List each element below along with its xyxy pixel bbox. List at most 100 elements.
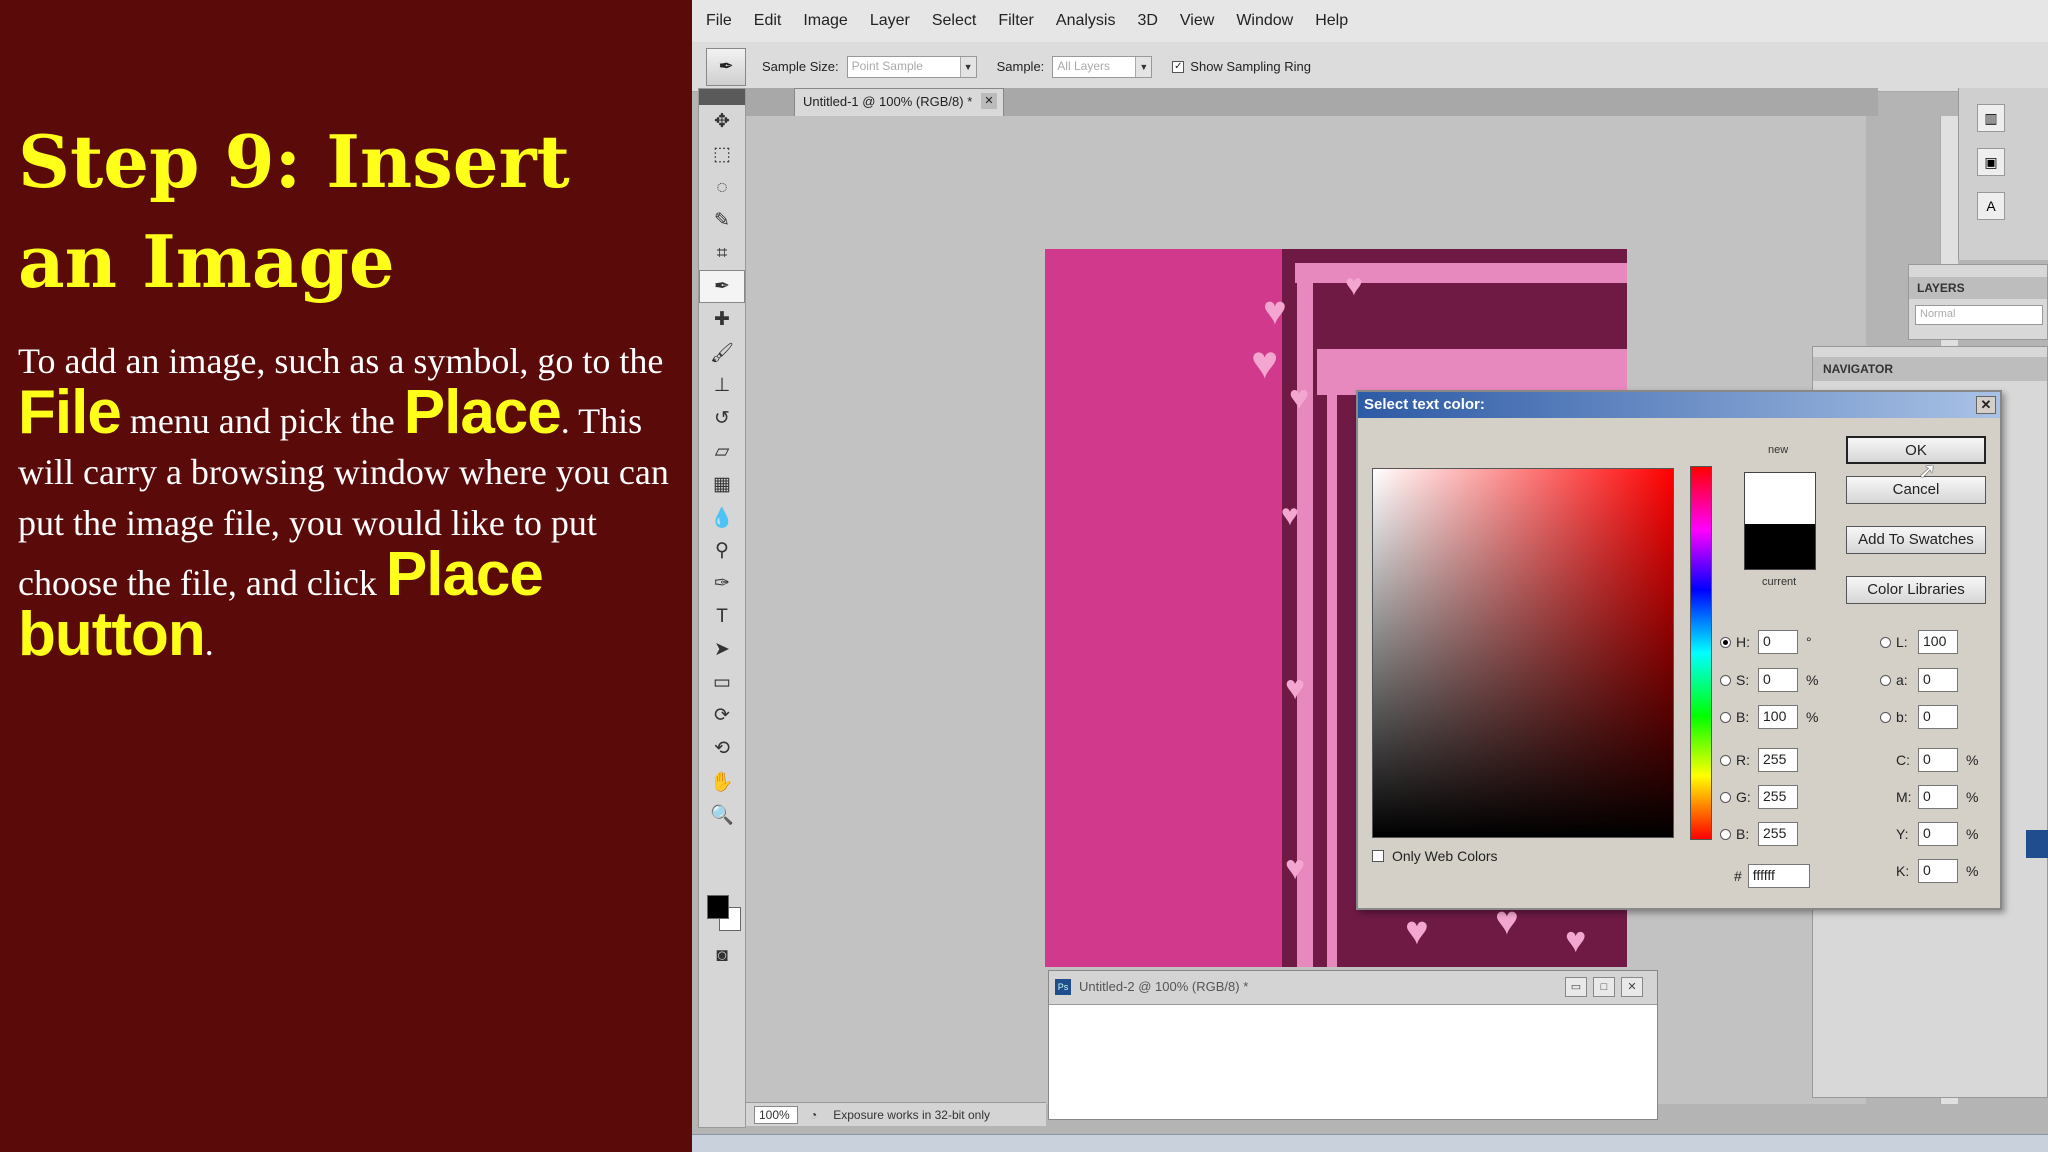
saturation-radio[interactable]: [1720, 674, 1731, 686]
crop-tool-icon[interactable]: ⌗: [699, 237, 745, 270]
b-channel-input[interactable]: 0: [1918, 705, 1958, 729]
type-panel-icon[interactable]: A: [1977, 192, 2005, 220]
tools-panel: ✥ ⬚ ◌ ✎ ⌗ ✒ ✚ 🖌 ⊥ ↺ ▱ ▦ 💧 ⚲ ✑ T ➤ ▭ ⟳ ⟲ …: [698, 88, 746, 1128]
menu-analysis[interactable]: Analysis: [1056, 12, 1116, 30]
lasso-tool-icon[interactable]: ◌: [699, 171, 745, 204]
navigator-icon[interactable]: ▣: [1977, 148, 2005, 176]
gradient-tool-icon[interactable]: ▦: [699, 468, 745, 501]
move-tool-icon[interactable]: ✥: [699, 105, 745, 138]
add-to-swatches-button[interactable]: Add To Swatches: [1846, 526, 1986, 554]
healing-brush-icon[interactable]: ✚: [699, 303, 745, 336]
status-bar: 100% ◔ Exposure works in 32-bit only: [746, 1102, 1046, 1126]
sample-select[interactable]: All Layers ▼: [1052, 55, 1153, 78]
brush-tool-icon[interactable]: 🖌: [699, 336, 745, 369]
hue-slider[interactable]: [1690, 466, 1712, 840]
menu-3d[interactable]: 3D: [1137, 12, 1157, 30]
select-text-color-dialog: Select text color: ✕ new current OK Canc…: [1356, 390, 2002, 910]
menu-help[interactable]: Help: [1315, 12, 1348, 30]
b-channel-radio[interactable]: [1880, 711, 1891, 723]
hue-radio[interactable]: [1720, 636, 1731, 648]
green-label: G:: [1736, 789, 1751, 805]
yellow-input[interactable]: 0: [1918, 822, 1958, 846]
hex-input[interactable]: ffffff: [1747, 864, 1810, 888]
green-input[interactable]: 255: [1758, 785, 1798, 809]
menu-select[interactable]: Select: [932, 12, 976, 30]
zoom-level-field[interactable]: 100%: [754, 1105, 798, 1124]
document-tab[interactable]: Untitled-1 @ 100% (RGB/8) * ✕: [794, 88, 1004, 116]
menu-file[interactable]: File: [706, 12, 732, 30]
dialog-titlebar[interactable]: Select text color: ✕: [1358, 392, 2000, 418]
hand-tool-icon[interactable]: ✋: [699, 765, 745, 798]
blue-radio[interactable]: [1720, 828, 1731, 840]
red-input[interactable]: 255: [1758, 748, 1798, 772]
menu-layer[interactable]: Layer: [870, 12, 910, 30]
3d-rotate-icon[interactable]: ⟳: [699, 699, 745, 732]
close-icon[interactable]: ✕: [1621, 977, 1643, 997]
shape-tool-icon[interactable]: ▭: [699, 666, 745, 699]
saturation-brightness-field[interactable]: [1372, 468, 1674, 838]
dodge-tool-icon[interactable]: ⚲: [699, 534, 745, 567]
lightness-radio[interactable]: [1880, 636, 1891, 648]
eyedropper-tool-icon[interactable]: ✒: [699, 270, 745, 303]
menu-filter[interactable]: Filter: [998, 12, 1034, 30]
a-channel-input[interactable]: 0: [1918, 668, 1958, 692]
color-libraries-button[interactable]: Color Libraries: [1846, 576, 1986, 604]
sample-size-select[interactable]: Point Sample ▼: [846, 55, 977, 78]
saturation-input[interactable]: 0: [1758, 668, 1798, 692]
menu-image[interactable]: Image: [803, 12, 847, 30]
only-web-colors-checkbox[interactable]: [1372, 850, 1384, 862]
3d-orbit-icon[interactable]: ⟲: [699, 732, 745, 765]
red-radio[interactable]: [1720, 754, 1731, 766]
minimize-icon[interactable]: ▭: [1565, 977, 1587, 997]
current-color-swatch[interactable]: [1744, 524, 1816, 570]
ok-button[interactable]: OK: [1846, 436, 1986, 464]
a-channel-row: a: 0: [1880, 668, 1958, 692]
blend-mode-select[interactable]: Normal: [1915, 305, 2043, 325]
black-row: K: 0 %: [1896, 859, 1980, 883]
menu-edit[interactable]: Edit: [754, 12, 782, 30]
status-info-icon[interactable]: ◔: [810, 1108, 817, 1122]
heart-decoration-icon: ♥: [1405, 909, 1429, 953]
saturation-row: S: 0 %: [1720, 668, 1820, 692]
second-document-titlebar[interactable]: Ps Untitled-2 @ 100% (RGB/8) * ▭ □ ✕: [1049, 971, 1657, 1005]
cyan-input[interactable]: 0: [1918, 748, 1958, 772]
brightness-radio[interactable]: [1720, 711, 1731, 723]
lightness-input[interactable]: 100: [1918, 630, 1958, 654]
black-input[interactable]: 0: [1918, 859, 1958, 883]
sampling-ring-checkbox[interactable]: ✓: [1172, 60, 1185, 73]
brightness-input[interactable]: 100: [1758, 705, 1798, 729]
layers-panel-title[interactable]: LAYERS: [1909, 277, 2047, 299]
histogram-icon[interactable]: ▥: [1977, 104, 2005, 132]
green-radio[interactable]: [1720, 791, 1731, 803]
zoom-tool-icon[interactable]: 🔍: [699, 798, 745, 831]
pen-tool-icon[interactable]: ✑: [699, 567, 745, 600]
hue-unit: °: [1806, 634, 1812, 650]
navigator-panel-title[interactable]: NAVIGATOR: [1813, 357, 2047, 381]
blur-tool-icon[interactable]: 💧: [699, 501, 745, 534]
history-brush-icon[interactable]: ↺: [699, 402, 745, 435]
eraser-tool-icon[interactable]: ▱: [699, 435, 745, 468]
quick-select-tool-icon[interactable]: ✎: [699, 204, 745, 237]
a-channel-radio[interactable]: [1880, 674, 1891, 686]
menu-view[interactable]: View: [1180, 12, 1214, 30]
close-icon[interactable]: ✕: [981, 93, 997, 109]
marquee-tool-icon[interactable]: ⬚: [699, 138, 745, 171]
blue-input[interactable]: 255: [1758, 822, 1798, 846]
path-select-icon[interactable]: ➤: [699, 633, 745, 666]
cancel-button[interactable]: Cancel: [1846, 476, 1986, 504]
tool-preset-picker[interactable]: ✒: [706, 47, 746, 86]
foreground-color-swatch[interactable]: [707, 895, 729, 919]
type-tool-icon[interactable]: T: [699, 600, 745, 633]
menu-window[interactable]: Window: [1236, 12, 1293, 30]
clone-stamp-icon[interactable]: ⊥: [699, 369, 745, 402]
close-icon[interactable]: ✕: [1976, 396, 1996, 414]
maximize-icon[interactable]: □: [1593, 977, 1615, 997]
quick-mask-icon[interactable]: ◙: [699, 939, 745, 972]
second-document-window[interactable]: Ps Untitled-2 @ 100% (RGB/8) * ▭ □ ✕: [1048, 970, 1658, 1120]
options-bar: ✒ Sample Size: Point Sample ▼ Sample: All…: [692, 42, 2048, 92]
magenta-input[interactable]: 0: [1918, 785, 1958, 809]
tools-panel-grip[interactable]: [699, 89, 745, 105]
brightness-row: B: 100 %: [1720, 705, 1820, 729]
hue-input[interactable]: 0: [1758, 630, 1798, 654]
menu-bar: File Edit Image Layer Select Filter Anal…: [692, 0, 2048, 42]
